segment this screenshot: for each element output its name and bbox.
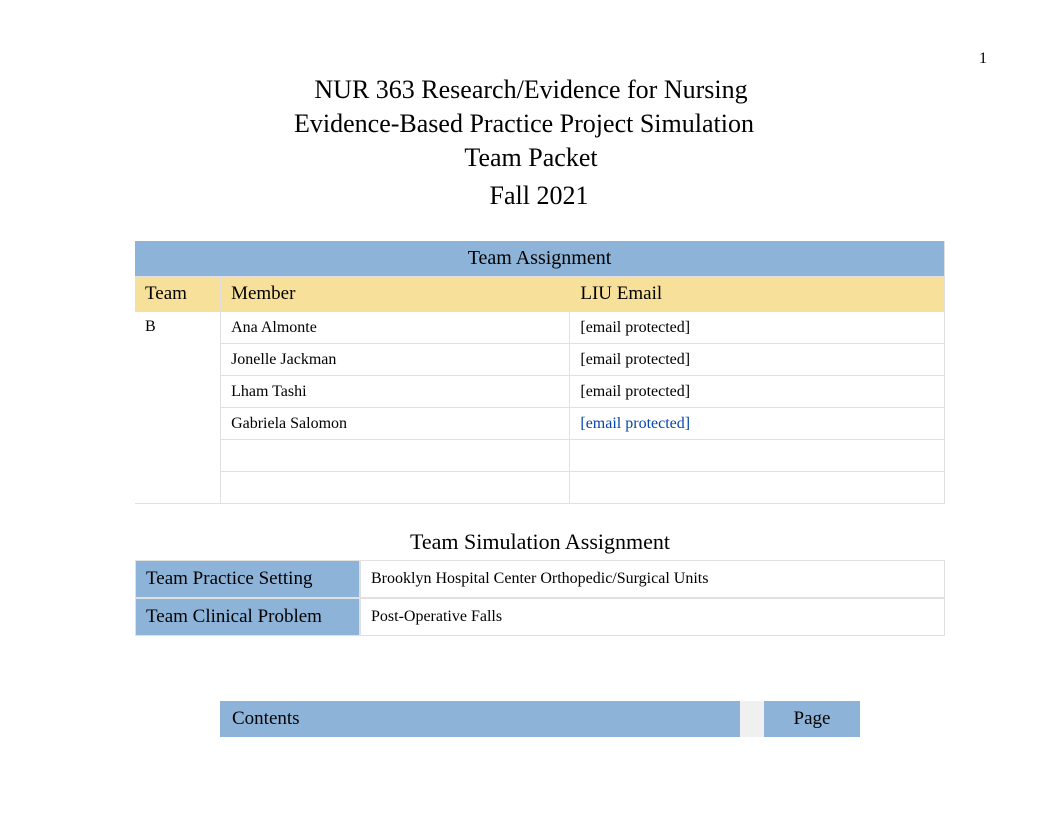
table-row: B Ana Almonte [email protected] bbox=[135, 312, 945, 344]
page-number: 1 bbox=[979, 50, 987, 68]
member-name: Jonelle Jackman bbox=[221, 344, 570, 376]
table-row bbox=[135, 440, 945, 472]
team-letter-cell: B bbox=[135, 312, 221, 504]
member-email: [email protected] bbox=[570, 376, 945, 408]
team-assignment-table: Team Assignment Team Member LIU Email B … bbox=[135, 241, 945, 504]
column-header-email: LIU Email bbox=[570, 277, 945, 312]
member-email: [email protected] bbox=[570, 408, 945, 440]
toc-contents-label: Contents bbox=[220, 701, 740, 737]
document-header: NUR 363 Research/Evidence for Nursing Ev… bbox=[0, 0, 1062, 231]
member-email: [email protected] bbox=[570, 312, 945, 344]
table-row: Lham Tashi [email protected] bbox=[135, 376, 945, 408]
member-email: [email protected] bbox=[570, 344, 945, 376]
title-line-2: Evidence-Based Practice Project Simulati… bbox=[0, 109, 1062, 139]
table-row: Contents Page bbox=[220, 701, 860, 737]
member-name: Ana Almonte bbox=[221, 312, 570, 344]
member-name: Gabriela Salomon bbox=[221, 408, 570, 440]
practice-setting-value: Brooklyn Hospital Center Orthopedic/Surg… bbox=[360, 560, 945, 598]
title-line-1: NUR 363 Research/Evidence for Nursing bbox=[0, 75, 1062, 105]
clinical-problem-label: Team Clinical Problem bbox=[135, 598, 360, 636]
toc-header: Contents Page bbox=[220, 701, 860, 737]
table-title-row: Team Assignment bbox=[135, 241, 945, 277]
member-name: Lham Tashi bbox=[221, 376, 570, 408]
practice-setting-label: Team Practice Setting bbox=[135, 560, 360, 598]
member-name bbox=[221, 472, 570, 504]
member-email bbox=[570, 472, 945, 504]
member-name bbox=[221, 440, 570, 472]
table-row: Jonelle Jackman [email protected] bbox=[135, 344, 945, 376]
table-row: Team Practice Setting Brooklyn Hospital … bbox=[135, 560, 945, 598]
column-header-team: Team bbox=[135, 277, 221, 312]
toc-separator bbox=[740, 701, 764, 737]
email-link[interactable]: [email protected] bbox=[580, 415, 690, 432]
table-row bbox=[135, 472, 945, 504]
content-area: Team Assignment Team Member LIU Email B … bbox=[135, 241, 945, 737]
title-line-3: Team Packet bbox=[0, 143, 1062, 173]
title-line-4: Fall 2021 bbox=[0, 181, 1062, 211]
column-header-member: Member bbox=[221, 277, 570, 312]
member-email bbox=[570, 440, 945, 472]
table-row: Team Clinical Problem Post-Operative Fal… bbox=[135, 598, 945, 636]
table-header-row: Team Member LIU Email bbox=[135, 277, 945, 312]
clinical-problem-value: Post-Operative Falls bbox=[360, 598, 945, 636]
toc-page-label: Page bbox=[764, 701, 860, 737]
simulation-table: Team Practice Setting Brooklyn Hospital … bbox=[135, 560, 945, 636]
team-assignment-title: Team Assignment bbox=[135, 241, 945, 277]
simulation-title: Team Simulation Assignment bbox=[135, 529, 945, 555]
table-row: Gabriela Salomon [email protected] bbox=[135, 408, 945, 440]
